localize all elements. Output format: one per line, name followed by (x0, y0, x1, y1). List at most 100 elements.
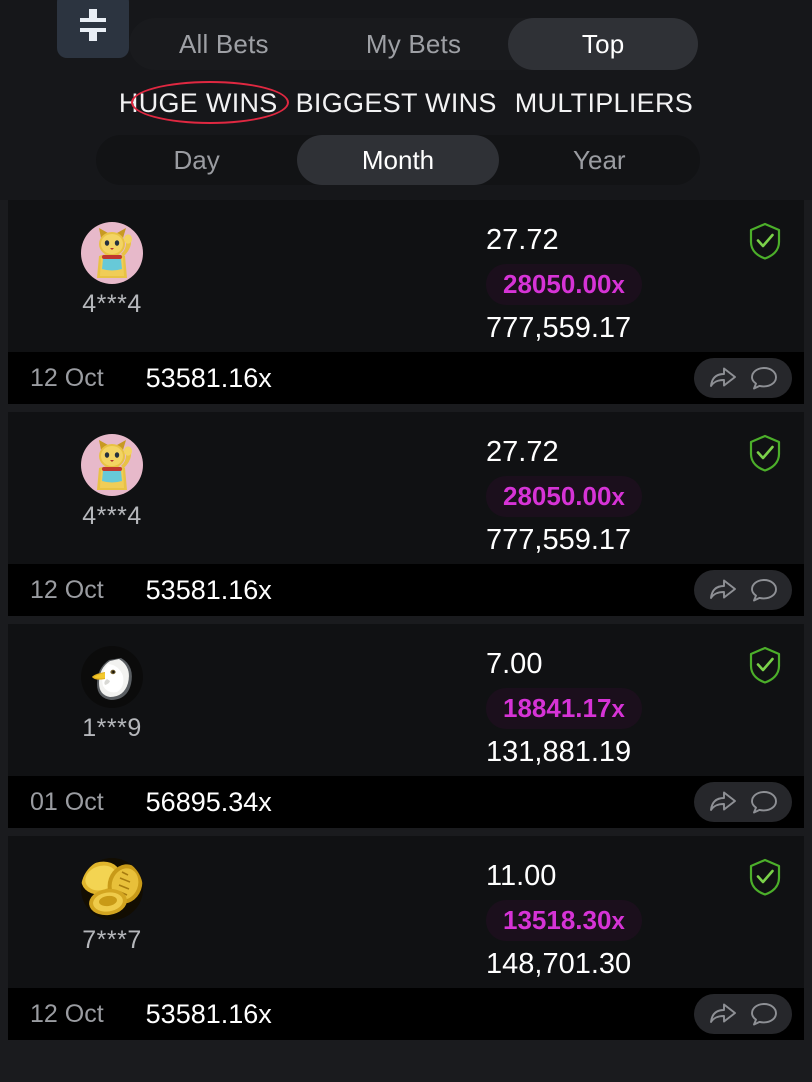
round-value: 53581.16x (145, 574, 272, 605)
bet-amount-row: 7.00 (308, 642, 728, 686)
bet-card-body: 1***9 7.00 18841.17x 131,881.19 (8, 624, 804, 776)
win-amount-row: 148,701.30 (308, 942, 728, 986)
cashed-out-row: 13518.30x (308, 898, 728, 942)
player-name: 1***9 (82, 714, 142, 742)
bet-date: 12 Oct (30, 363, 104, 392)
bet-stats: 11.00 13518.30x 148,701.30 (308, 854, 728, 986)
range-month-label: Month (361, 144, 435, 175)
range-month[interactable]: Month (297, 135, 499, 185)
round-info: 53581.16x (146, 363, 272, 394)
bet-card-actions (694, 570, 792, 610)
win-value: 777,559.17 (486, 311, 632, 344)
bet-card-body: 4***4 27.72 28050.00x 777,559.17 (8, 200, 804, 352)
multiplier-badge: 28050.00x (486, 475, 642, 517)
time-range-tabbar: Day Month Year (96, 135, 700, 185)
bet-stats: 27.72 28050.00x 777,559.17 (308, 430, 728, 562)
bets-tabbar: All Bets My Bets Top (129, 18, 699, 70)
round-value: 53581.16x (145, 362, 272, 393)
bet-card-body: 7***7 11.00 13518.30x 148,701.30 (8, 836, 804, 988)
multiplier-badge: 28050.00x (486, 263, 642, 305)
bet-card-footer: 01 Oct 56895.34x (8, 776, 804, 828)
bet-card-actions (694, 358, 792, 398)
player-block: 4***4 (68, 222, 156, 319)
subtab-huge-wins-label: HUGE WINS (118, 87, 278, 118)
multiplier-badge: 18841.17x (486, 687, 642, 729)
player-block: 4***4 (68, 434, 156, 531)
subtab-multipliers[interactable]: MULTIPLIERS (506, 84, 702, 123)
win-value: 148,701.30 (486, 947, 632, 980)
tab-my-bets[interactable]: My Bets (319, 18, 509, 70)
player-name: 4***4 (82, 290, 142, 318)
comment-icon[interactable] (750, 577, 778, 603)
lucky-cat-avatar[interactable] (81, 434, 143, 496)
bets-panel: All Bets My Bets Top HUGE WINS BIGGEST W… (0, 0, 812, 1082)
player-block: 7***7 (68, 858, 156, 955)
bet-value: 27.72 (486, 435, 559, 468)
round-info: 53581.16x (146, 575, 272, 606)
win-value: 131,881.19 (486, 735, 632, 768)
shield-check-icon[interactable] (748, 646, 782, 684)
round-info: 56895.34x (146, 787, 272, 818)
cashed-out-row: 28050.00x (308, 262, 728, 306)
bet-card-actions (694, 782, 792, 822)
shield-check-icon[interactable] (748, 858, 782, 896)
win-value: 777,559.17 (486, 523, 632, 556)
bet-amount-row: 11.00 (308, 854, 728, 898)
bet-card-footer: 12 Oct 53581.16x (8, 352, 804, 404)
bet-date: 12 Oct (30, 575, 104, 604)
gold-coins-avatar[interactable] (81, 858, 143, 920)
bet-list[interactable]: 4***4 27.72 28050.00x 777,559.17 12 Oct … (0, 200, 812, 1082)
comment-icon[interactable] (750, 365, 778, 391)
share-icon[interactable] (708, 577, 738, 603)
bet-value: 7.00 (486, 647, 543, 680)
player-name: 4***4 (82, 502, 142, 530)
player-name: 7***7 (82, 926, 142, 954)
comment-icon[interactable] (750, 789, 778, 815)
win-amount-row: 777,559.17 (308, 518, 728, 562)
subtab-biggest-wins[interactable]: BIGGEST WINS (287, 84, 506, 123)
bet-card-1[interactable]: 4***4 27.72 28050.00x 777,559.17 12 Oct … (8, 412, 804, 616)
share-icon[interactable] (708, 789, 738, 815)
panel-header: All Bets My Bets Top HUGE WINS BIGGEST W… (0, 0, 812, 200)
round-value: 53581.16x (145, 998, 272, 1029)
comment-icon[interactable] (750, 1001, 778, 1027)
round-info: 53581.16x (146, 999, 272, 1030)
range-day[interactable]: Day (96, 135, 297, 185)
win-amount-row: 131,881.19 (308, 730, 728, 774)
bet-amount-row: 27.72 (308, 218, 728, 262)
compress-icon[interactable] (57, 0, 129, 58)
range-year[interactable]: Year (499, 135, 700, 185)
lucky-cat-avatar[interactable] (81, 222, 143, 284)
bet-card-2[interactable]: 1***9 7.00 18841.17x 131,881.19 01 Oct 5… (8, 624, 804, 828)
tab-all-bets-label: All Bets (178, 28, 269, 59)
share-icon[interactable] (708, 1001, 738, 1027)
eagle-avatar[interactable] (81, 646, 143, 708)
bet-value: 27.72 (486, 223, 559, 256)
bet-value: 11.00 (486, 859, 557, 892)
share-icon[interactable] (708, 365, 738, 391)
bet-card-0[interactable]: 4***4 27.72 28050.00x 777,559.17 12 Oct … (8, 200, 804, 404)
range-day-label: Day (173, 144, 220, 175)
bet-card-footer: 12 Oct 53581.16x (8, 988, 804, 1040)
subtab-biggest-wins-label: BIGGEST WINS (295, 87, 497, 118)
subtab-huge-wins[interactable]: HUGE WINS (110, 84, 287, 123)
bet-card-body: 4***4 27.72 28050.00x 777,559.17 (8, 412, 804, 564)
subtab-row: HUGE WINS BIGGEST WINS MULTIPLIERS (0, 78, 812, 128)
cashed-out-row: 28050.00x (308, 474, 728, 518)
tab-top[interactable]: Top (508, 18, 699, 70)
bet-card-footer: 12 Oct 53581.16x (8, 564, 804, 616)
tab-top-label: Top (581, 28, 625, 59)
bet-stats: 7.00 18841.17x 131,881.19 (308, 642, 728, 774)
bet-card-actions (694, 994, 792, 1034)
tab-all-bets[interactable]: All Bets (129, 18, 319, 70)
shield-check-icon[interactable] (748, 222, 782, 260)
bet-amount-row: 27.72 (308, 430, 728, 474)
bet-date: 12 Oct (30, 999, 104, 1028)
multiplier-badge: 13518.30x (486, 899, 642, 941)
bet-stats: 27.72 28050.00x 777,559.17 (308, 218, 728, 350)
win-amount-row: 777,559.17 (308, 306, 728, 350)
range-year-label: Year (573, 144, 626, 175)
tab-my-bets-label: My Bets (365, 28, 462, 59)
bet-card-3[interactable]: 7***7 11.00 13518.30x 148,701.30 12 Oct … (8, 836, 804, 1040)
shield-check-icon[interactable] (748, 434, 782, 472)
